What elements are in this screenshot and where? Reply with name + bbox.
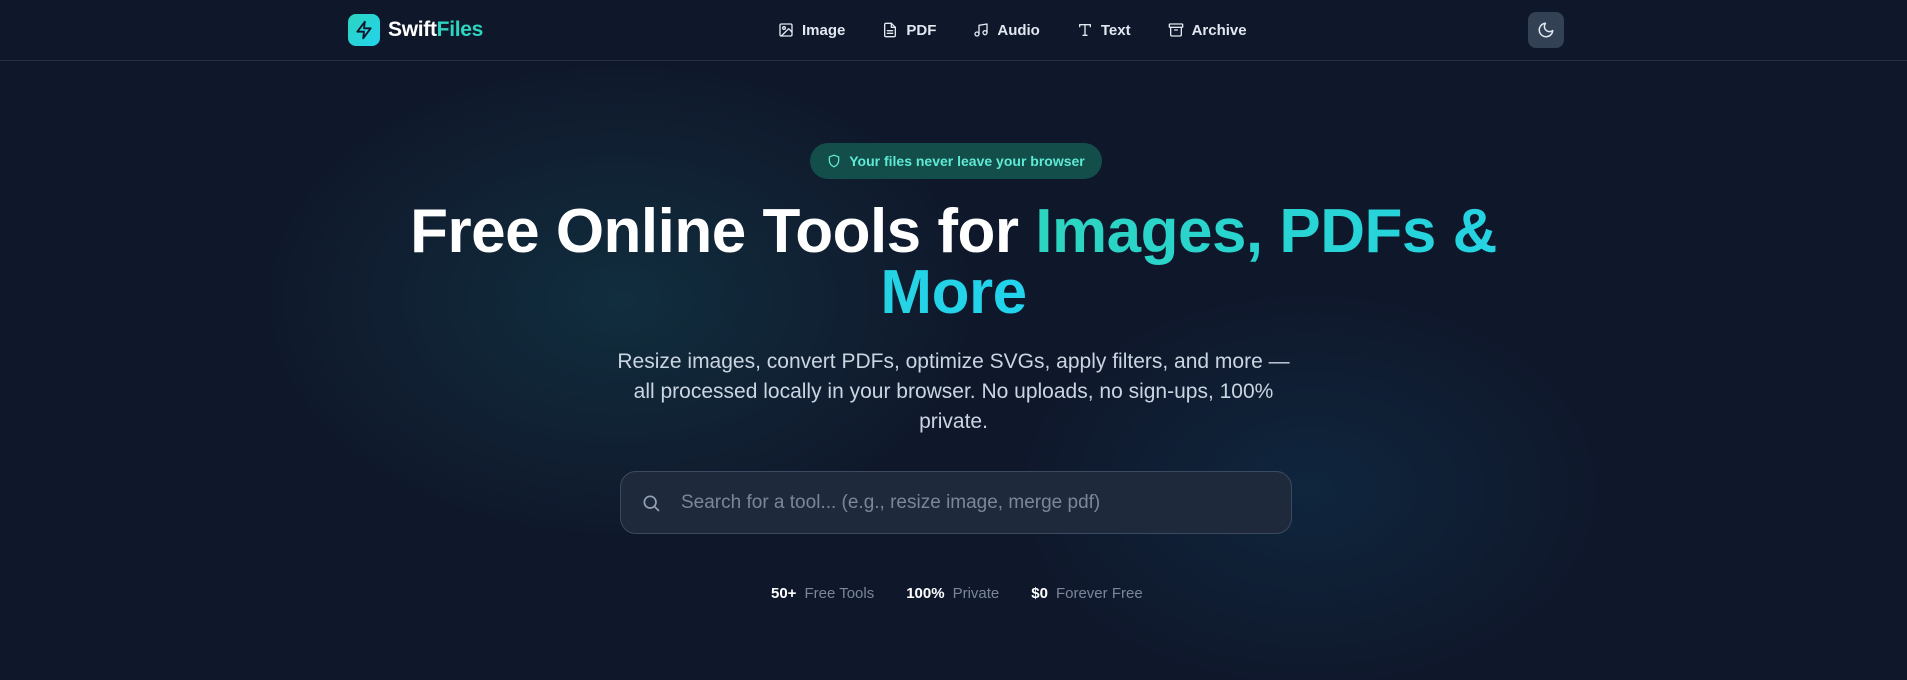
stat-value: 100% bbox=[906, 584, 945, 602]
search-input[interactable] bbox=[679, 481, 1291, 524]
stat-private: 100% Private bbox=[906, 585, 999, 602]
stat-label: Free Tools bbox=[804, 584, 875, 602]
logo-text-swift: Swift bbox=[388, 18, 437, 41]
nav-item-audio[interactable]: Audio bbox=[973, 22, 1040, 39]
nav-item-image[interactable]: Image bbox=[778, 22, 845, 39]
headline-plain: Free Online Tools for bbox=[410, 197, 1036, 266]
shield-icon bbox=[827, 154, 841, 168]
nav-item-archive[interactable]: Archive bbox=[1168, 22, 1247, 39]
search-icon bbox=[641, 493, 661, 513]
stat-label: Forever Free bbox=[1055, 584, 1143, 602]
nav-item-text[interactable]: Text bbox=[1077, 22, 1131, 39]
stat-value: $0 bbox=[1031, 584, 1048, 602]
file-text-icon bbox=[882, 22, 898, 38]
nav-item-label: Image bbox=[802, 21, 846, 39]
stat-free: $0 Forever Free bbox=[1031, 585, 1142, 602]
lightning-bolt-icon bbox=[348, 14, 380, 46]
nav-item-label: PDF bbox=[906, 21, 937, 39]
nav-item-label: Audio bbox=[997, 21, 1040, 39]
image-icon bbox=[778, 22, 794, 38]
logo-link[interactable]: SwiftFiles bbox=[348, 14, 483, 46]
main-nav: Image PDF Audio Text Archive bbox=[778, 18, 1247, 42]
logo-text: SwiftFiles bbox=[388, 18, 483, 42]
stat-value: 50+ bbox=[771, 584, 797, 602]
nav-item-label: Text bbox=[1100, 21, 1131, 39]
stat-label: Private bbox=[952, 584, 1000, 602]
stats-row: 50+ Free Tools 100% Private $0 Forever F… bbox=[771, 583, 1143, 603]
stat-tools: 50+ Free Tools bbox=[771, 585, 874, 602]
music-note-icon bbox=[973, 22, 989, 38]
page: SwiftFiles Image PDF Audio Text Archive … bbox=[0, 0, 1907, 680]
privacy-badge: Your files never leave your browser bbox=[810, 143, 1102, 179]
nav-item-pdf[interactable]: PDF bbox=[882, 22, 936, 39]
archive-box-icon bbox=[1168, 22, 1184, 38]
nav-item-label: Archive bbox=[1191, 21, 1247, 39]
search-box bbox=[620, 471, 1292, 534]
hero-subtitle: Resize images, convert PDFs, optimize SV… bbox=[617, 350, 1290, 433]
moon-icon bbox=[1537, 21, 1555, 39]
privacy-badge-text: Your files never leave your browser bbox=[849, 153, 1085, 169]
theme-toggle-button[interactable] bbox=[1528, 12, 1564, 48]
page-title: Free Online Tools for Images, PDFs & Mor… bbox=[380, 201, 1527, 324]
text-type-icon bbox=[1077, 22, 1093, 38]
logo-text-files: Files bbox=[436, 18, 484, 41]
site-header: SwiftFiles Image PDF Audio Text Archive bbox=[0, 0, 1907, 61]
